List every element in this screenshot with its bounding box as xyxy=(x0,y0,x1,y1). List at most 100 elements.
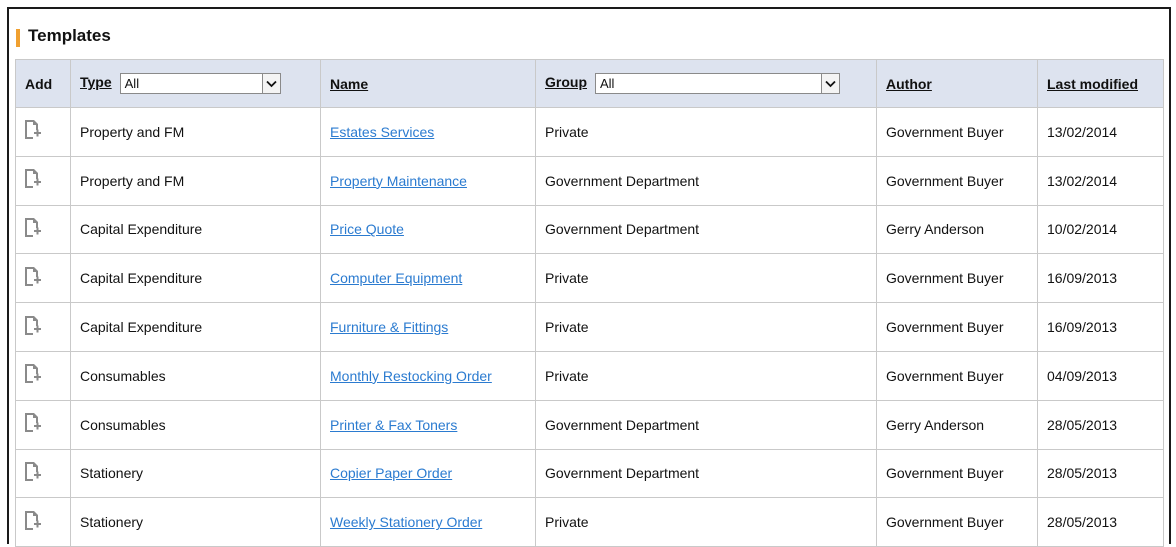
name-cell: Price Quote xyxy=(320,204,536,255)
type-cell: Capital Expenditure xyxy=(70,302,321,352)
table-row: Consumables Printer & Fax Toners Governm… xyxy=(15,399,1164,450)
name-cell: Estates Services xyxy=(320,107,536,157)
group-cell: Private xyxy=(535,302,877,352)
name-cell: Copier Paper Order xyxy=(320,448,536,499)
author-cell: Government Buyer xyxy=(876,302,1038,352)
group-cell: Government Department xyxy=(535,448,877,499)
type-filter-value: All xyxy=(124,76,140,91)
template-name-link[interactable]: Printer & Fax Toners xyxy=(330,417,457,433)
author-cell: Gerry Anderson xyxy=(876,399,1038,450)
sort-by-group-link[interactable]: Group xyxy=(545,74,587,90)
last-modified-cell: 16/09/2013 xyxy=(1037,253,1164,304)
name-cell: Furniture & Fittings xyxy=(320,302,536,352)
last-modified-cell: 10/02/2014 xyxy=(1037,204,1164,255)
column-header-author: Author xyxy=(876,59,1038,108)
add-cell xyxy=(15,204,71,255)
template-name-link[interactable]: Furniture & Fittings xyxy=(330,319,448,335)
type-cell: Consumables xyxy=(70,399,321,450)
author-cell: Gerry Anderson xyxy=(876,204,1038,255)
group-cell: Government Department xyxy=(535,399,877,450)
name-cell: Property Maintenance xyxy=(320,155,536,206)
last-modified-cell: 28/05/2013 xyxy=(1037,448,1164,499)
add-document-icon[interactable] xyxy=(25,413,41,436)
type-cell: Property and FM xyxy=(70,155,321,206)
sort-by-name-link[interactable]: Name xyxy=(330,76,368,92)
last-modified-cell: 28/05/2013 xyxy=(1037,497,1164,547)
add-document-icon[interactable] xyxy=(25,120,41,143)
author-cell: Government Buyer xyxy=(876,497,1038,547)
template-name-link[interactable]: Monthly Restocking Order xyxy=(330,368,492,384)
add-cell xyxy=(15,448,71,499)
title-accent-bar xyxy=(16,29,20,47)
panel-title: Templates xyxy=(28,26,111,45)
table-header-row: Add Type All Name Group All Author Last mo… xyxy=(15,59,1164,108)
template-name-link[interactable]: Weekly Stationery Order xyxy=(330,514,482,530)
column-header-name: Name xyxy=(320,59,536,108)
panel-header: Templates xyxy=(9,9,1169,59)
table-row: Stationery Weekly Stationery Order Priva… xyxy=(15,497,1164,547)
group-cell: Private xyxy=(535,497,877,547)
column-header-last-modified: Last modified xyxy=(1037,59,1164,108)
name-cell: Printer & Fax Toners xyxy=(320,399,536,450)
type-cell: Capital Expenditure xyxy=(70,204,321,255)
add-document-icon[interactable] xyxy=(25,217,41,241)
table-row: Capital Expenditure Furniture & Fittings… xyxy=(15,302,1164,352)
group-filter-select[interactable]: All xyxy=(595,73,840,94)
column-header-group: Group All xyxy=(535,59,877,108)
template-name-link[interactable]: Estates Services xyxy=(330,124,434,140)
author-cell: Government Buyer xyxy=(876,253,1038,304)
last-modified-cell: 04/09/2013 xyxy=(1037,350,1164,401)
type-filter-select[interactable]: All xyxy=(119,73,281,94)
add-cell xyxy=(15,107,71,157)
table-row: Property and FM Property Maintenance Gov… xyxy=(15,155,1164,206)
last-modified-cell: 16/09/2013 xyxy=(1037,302,1164,352)
add-cell xyxy=(15,253,71,304)
author-cell: Government Buyer xyxy=(876,448,1038,499)
add-document-icon[interactable] xyxy=(25,266,41,290)
sort-by-author-link[interactable]: Author xyxy=(886,76,932,92)
type-cell: Stationery xyxy=(70,497,321,547)
chevron-down-icon[interactable] xyxy=(261,74,280,93)
chevron-down-icon[interactable] xyxy=(821,74,839,93)
table-row: Consumables Monthly Restocking Order Pri… xyxy=(15,350,1164,401)
sort-by-type-link[interactable]: Type xyxy=(80,74,112,90)
templates-table: Add Type All Name Group All Author Last mo… xyxy=(15,59,1164,547)
group-cell: Private xyxy=(535,253,877,304)
table-row: Property and FM Estates Services Private… xyxy=(15,107,1164,157)
last-modified-cell: 13/02/2014 xyxy=(1037,155,1164,206)
add-document-icon[interactable] xyxy=(25,364,41,387)
sort-by-last-modified-link[interactable]: Last modified xyxy=(1047,76,1138,92)
author-cell: Government Buyer xyxy=(876,350,1038,401)
add-document-icon[interactable] xyxy=(25,169,41,192)
author-cell: Government Buyer xyxy=(876,107,1038,157)
templates-panel: Templates Add Type All Name Group All Au… xyxy=(7,7,1171,547)
type-cell: Property and FM xyxy=(70,107,321,157)
column-header-add: Add xyxy=(15,59,71,108)
group-cell: Private xyxy=(535,107,877,157)
name-cell: Monthly Restocking Order xyxy=(320,350,536,401)
author-cell: Government Buyer xyxy=(876,155,1038,206)
column-header-type: Type All xyxy=(70,59,321,108)
type-cell: Consumables xyxy=(70,350,321,401)
type-cell: Capital Expenditure xyxy=(70,253,321,304)
type-cell: Stationery xyxy=(70,448,321,499)
name-cell: Weekly Stationery Order xyxy=(320,497,536,547)
group-cell: Private xyxy=(535,350,877,401)
add-cell xyxy=(15,399,71,450)
add-document-icon[interactable] xyxy=(25,510,41,534)
add-document-icon[interactable] xyxy=(25,461,41,485)
template-name-link[interactable]: Property Maintenance xyxy=(330,173,467,189)
last-modified-cell: 13/02/2014 xyxy=(1037,107,1164,157)
table-row: Stationery Copier Paper Order Government… xyxy=(15,448,1164,499)
add-cell xyxy=(15,497,71,547)
add-cell xyxy=(15,350,71,401)
add-cell xyxy=(15,155,71,206)
name-cell: Computer Equipment xyxy=(320,253,536,304)
template-name-link[interactable]: Price Quote xyxy=(330,221,404,237)
template-name-link[interactable]: Copier Paper Order xyxy=(330,465,452,481)
table-row: Capital Expenditure Computer Equipment P… xyxy=(15,253,1164,304)
add-cell xyxy=(15,302,71,352)
template-name-link[interactable]: Computer Equipment xyxy=(330,270,462,286)
add-document-icon[interactable] xyxy=(25,315,41,339)
group-cell: Government Department xyxy=(535,204,877,255)
